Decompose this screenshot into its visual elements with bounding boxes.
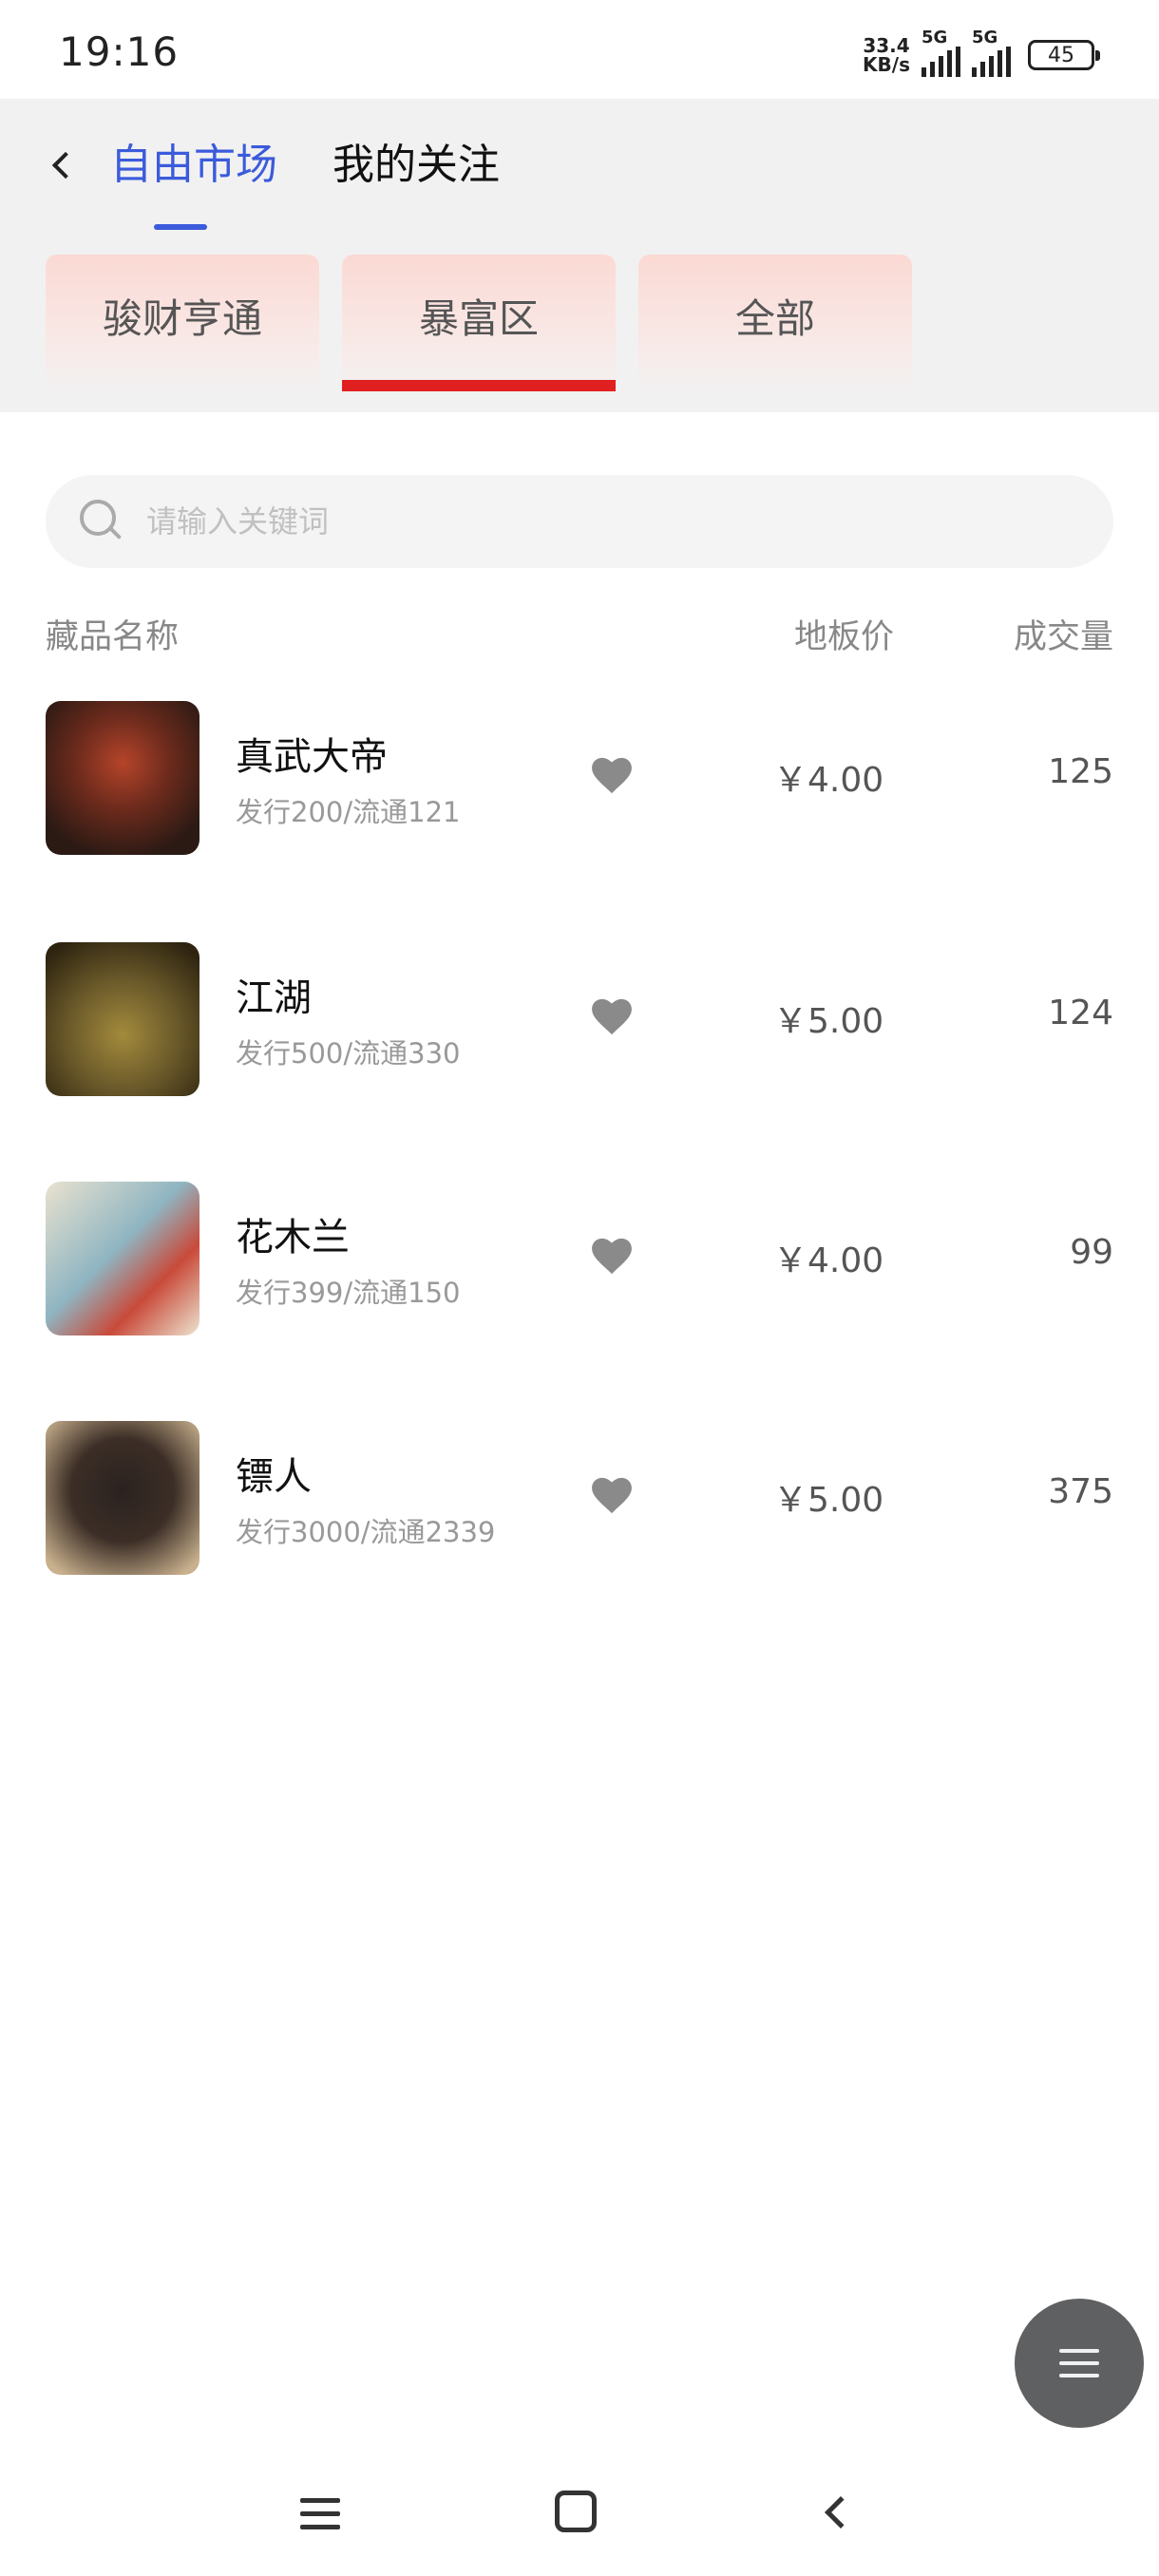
battery-level: 45 [1048, 43, 1074, 67]
heart-icon[interactable] [591, 1476, 633, 1514]
recent-apps-button[interactable] [300, 2491, 346, 2536]
signal-icon: 5G [972, 28, 1011, 77]
menu-icon [300, 2497, 340, 2503]
column-header-price[interactable]: 地板价 [794, 610, 894, 658]
battery-icon: 45 [1028, 40, 1100, 70]
status-bar: 19:16 33.4 KB/s 5G 5G 45 [0, 0, 1159, 99]
search-input[interactable] [146, 498, 1001, 545]
zone-tab-2[interactable]: 暴富区 [342, 255, 616, 393]
item-volume: 125 [1048, 752, 1113, 791]
item-volume: 124 [1048, 994, 1113, 1032]
item-name: 真武大帝 [236, 735, 388, 779]
system-nav-bar [0, 2464, 1159, 2576]
system-back-button[interactable] [817, 2489, 864, 2536]
zone-tab-3[interactable]: 全部 [638, 255, 912, 393]
signal-label: 5G [922, 28, 948, 47]
market-header: 自由市场 我的关注 骏财亨通 暴富区 全部 [0, 99, 1159, 412]
collectible-thumbnail [46, 1421, 200, 1575]
heart-icon[interactable] [591, 1237, 633, 1275]
home-button[interactable] [555, 2491, 597, 2532]
column-header-name: 藏品名称 [46, 618, 180, 656]
back-button[interactable] [42, 137, 89, 194]
list-item[interactable]: 镖人 发行3000/流通2339 ￥5.00 375 [0, 1421, 1159, 1579]
item-supply: 发行500/流通330 [236, 1037, 461, 1070]
signal-label: 5G [972, 28, 998, 47]
menu-icon [1059, 2349, 1099, 2353]
active-zone-indicator [342, 380, 616, 391]
network-speed: 33.4 KB/s [863, 36, 910, 74]
item-supply: 发行200/流通121 [236, 796, 461, 828]
network-speed-unit: KB/s [863, 53, 910, 76]
chevron-left-icon [51, 151, 80, 180]
item-supply: 发行3000/流通2339 [236, 1516, 496, 1548]
heart-icon[interactable] [591, 756, 633, 794]
item-floor-price: ￥4.00 [773, 1241, 884, 1280]
collectible-thumbnail [46, 1182, 200, 1335]
list-item[interactable]: 花木兰 发行399/流通150 ￥4.00 99 [0, 1182, 1159, 1339]
column-header-volume[interactable]: 成交量 [1014, 610, 1113, 658]
item-name: 江湖 [236, 976, 312, 1020]
item-name: 镖人 [236, 1455, 312, 1499]
signal-icon: 5G [922, 28, 960, 77]
item-floor-price: ￥5.00 [773, 1481, 884, 1520]
search-bar[interactable] [46, 475, 1113, 568]
tab-my-follows[interactable]: 我的关注 [332, 137, 500, 194]
status-icons: 33.4 KB/s 5G 5G 45 [863, 28, 1100, 77]
collectible-thumbnail [46, 942, 200, 1096]
list-item[interactable]: 江湖 发行500/流通330 ￥5.00 124 [0, 942, 1159, 1100]
item-supply: 发行399/流通150 [236, 1277, 461, 1309]
active-tab-indicator [154, 224, 207, 230]
item-name: 花木兰 [236, 1216, 350, 1260]
list-item[interactable]: 真武大帝 发行200/流通121 ￥4.00 125 [0, 701, 1159, 859]
item-floor-price: ￥4.00 [773, 761, 884, 800]
zone-tab-1[interactable]: 骏财亨通 [46, 255, 319, 393]
network-speed-value: 33.4 [863, 34, 910, 57]
collectible-thumbnail [46, 701, 200, 855]
item-volume: 99 [1070, 1233, 1113, 1272]
status-time: 19:16 [59, 28, 180, 75]
heart-icon[interactable] [591, 997, 633, 1035]
chevron-left-icon [825, 2496, 857, 2529]
floating-menu-button[interactable] [1015, 2299, 1144, 2428]
item-floor-price: ￥5.00 [773, 1002, 884, 1041]
tab-free-market[interactable]: 自由市场 [110, 137, 277, 194]
search-icon [80, 500, 122, 541]
item-volume: 375 [1048, 1472, 1113, 1511]
